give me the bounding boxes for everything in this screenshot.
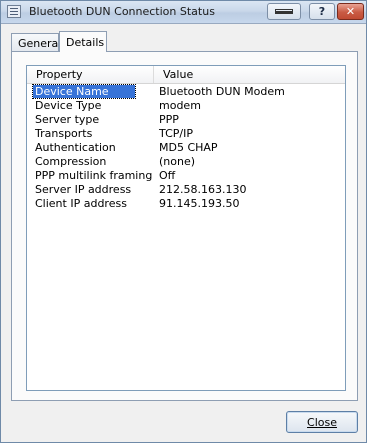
- list-item[interactable]: Device Type modem: [27, 98, 345, 112]
- listview-rows: Device Name Bluetooth DUN Modem Device T…: [27, 84, 345, 210]
- window-title: Bluetooth DUN Connection Status: [29, 5, 215, 18]
- tab-general[interactable]: General: [11, 33, 61, 51]
- details-listview[interactable]: Property Value Device Name Bluetooth DUN…: [26, 65, 346, 391]
- help-icon: ?: [318, 5, 326, 18]
- dialog-window: Bluetooth DUN Connection Status ? ✕ Gene…: [0, 0, 367, 443]
- column-header-property[interactable]: Property: [27, 66, 154, 83]
- property-name: Compression: [35, 155, 107, 168]
- help-button[interactable]: ?: [309, 3, 335, 20]
- list-item[interactable]: Transports TCP/IP: [27, 126, 345, 140]
- property-name: Device Type: [35, 99, 102, 112]
- list-item[interactable]: Compression (none): [27, 154, 345, 168]
- network-connection-icon: [7, 5, 21, 18]
- property-value: Off: [159, 169, 176, 182]
- listview-header: Property Value: [27, 66, 345, 84]
- property-name: Device Name: [32, 84, 136, 99]
- property-value: (none): [159, 155, 196, 168]
- title-bar[interactable]: Bluetooth DUN Connection Status ? ✕: [1, 1, 366, 24]
- close-icon: ✕: [345, 5, 356, 18]
- property-name: Server IP address: [35, 183, 132, 196]
- restore-icon: [275, 9, 293, 14]
- close-button-label: Close: [307, 415, 337, 429]
- property-name: Authentication: [35, 141, 116, 154]
- property-value: MD5 CHAP: [159, 141, 218, 154]
- property-value: TCP/IP: [159, 127, 193, 140]
- property-value: 212.58.163.130: [159, 183, 247, 196]
- close-button[interactable]: Close: [286, 411, 358, 433]
- list-item[interactable]: PPP multilink framing Off: [27, 168, 345, 182]
- list-item[interactable]: Device Name Bluetooth DUN Modem: [27, 84, 345, 99]
- property-value: 91.145.193.50: [159, 197, 240, 210]
- caption-extra-button[interactable]: [267, 3, 301, 20]
- list-item[interactable]: Authentication MD5 CHAP: [27, 140, 345, 154]
- property-name: Client IP address: [35, 197, 127, 210]
- property-value: modem: [159, 99, 201, 112]
- property-value: Bluetooth DUN Modem: [159, 85, 285, 98]
- column-header-value[interactable]: Value: [154, 66, 345, 83]
- property-name: PPP multilink framing: [35, 169, 153, 182]
- property-name: Transports: [35, 127, 93, 140]
- property-value: PPP: [159, 113, 179, 126]
- close-window-button[interactable]: ✕: [337, 3, 364, 20]
- details-panel: Property Value Device Name Bluetooth DUN…: [11, 51, 358, 401]
- list-item[interactable]: Server IP address 212.58.163.130: [27, 182, 345, 196]
- list-item[interactable]: Server type PPP: [27, 112, 345, 126]
- list-item[interactable]: Client IP address 91.145.193.50: [27, 196, 345, 210]
- property-name: Server type: [35, 113, 100, 126]
- tab-details[interactable]: Details: [59, 31, 107, 52]
